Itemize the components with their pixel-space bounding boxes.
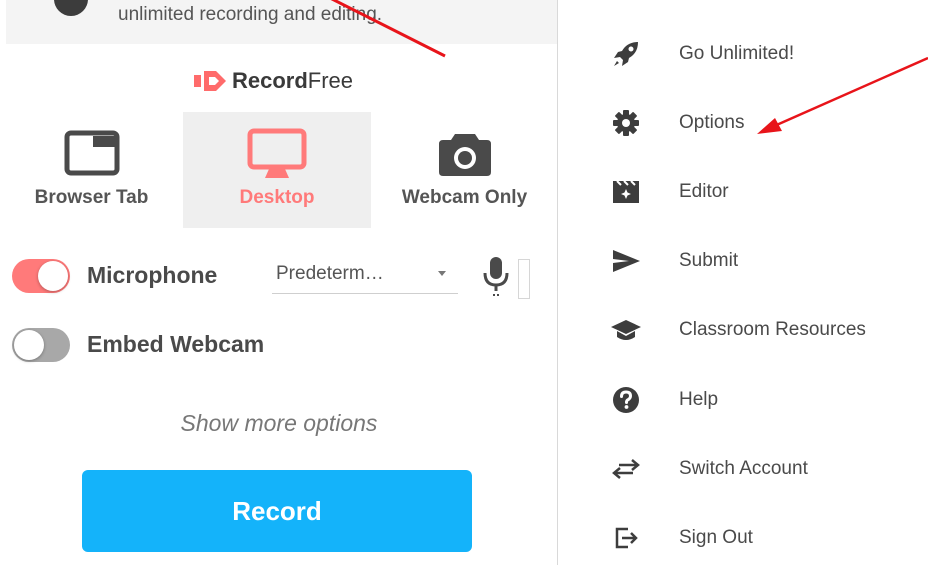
microphone-icon [483,257,509,296]
help-circle-icon [613,387,639,413]
menu-item-go-unlimited[interactable]: Go Unlimited! [558,24,928,84]
record-logo-icon [194,71,226,91]
microphone-device-value: Predeterm… [276,263,384,284]
sign-out-icon [615,527,638,549]
film-editor-icon [613,180,639,203]
menu-item-switch-account[interactable]: Switch Account [558,439,928,499]
show-more-options-link[interactable]: Show more options [0,410,558,437]
recordfree-logo: Record Free [194,66,353,96]
menu-item-classroom-resources[interactable]: Classroom Resources [558,300,928,360]
mode-webcam-only[interactable]: Webcam Only [371,112,558,228]
menu-item-editor[interactable]: Editor [558,162,928,222]
menu-item-label: Go Unlimited! [679,43,795,64]
menu-item-label: Options [679,112,745,133]
mode-browser-tab[interactable]: Browser Tab [0,112,183,228]
mode-label: Desktop [239,187,315,208]
mode-label: Webcam Only [401,187,528,208]
menu-item-label: Editor [679,181,729,202]
gear-icon [613,110,639,136]
menu-item-label: Submit [679,250,739,271]
menu-item-sign-out[interactable]: Sign Out [558,508,928,568]
menu-item-submit[interactable]: Submit [558,231,928,291]
rocket-icon [614,42,638,66]
send-icon [613,250,640,272]
mode-label: Browser Tab [34,187,149,208]
microphone-label: Microphone [87,262,218,288]
chevron-down-icon [438,271,446,276]
switch-arrows-icon [612,459,640,479]
camera-icon [438,134,491,176]
microphone-row: Microphone Predeterm… [12,255,552,299]
menu-item-label: Help [679,389,719,410]
microphone-device-select[interactable]: Predeterm… [272,257,458,294]
logo-bold-text: Record [232,68,308,93]
recorder-panel: unlimited recording and editing. Record F… [0,0,558,565]
banner-icon [54,0,88,16]
webcam-row: Embed Webcam [12,324,552,364]
desktop-monitor-icon [247,128,307,178]
account-menu: Go Unlimited! Options Editor Submit Clas… [558,0,928,565]
record-button[interactable]: Record [82,470,472,552]
menu-item-options[interactable]: Options [558,93,928,153]
upgrade-banner: unlimited recording and editing. [6,0,558,44]
embed-webcam-label: Embed Webcam [87,331,265,357]
browser-tab-icon [64,130,119,176]
mode-desktop[interactable]: Desktop [183,112,371,228]
logo-light-text: Free [307,68,354,93]
audio-level-meter [518,259,530,299]
menu-item-label: Classroom Resources [679,319,866,340]
embed-webcam-toggle[interactable] [12,328,70,362]
toggle-knob [38,261,68,291]
menu-item-label: Switch Account [679,458,808,479]
microphone-toggle[interactable] [12,259,70,293]
toggle-knob [14,330,44,360]
capture-mode-selector: Browser Tab Desktop Webcam Only [0,112,558,228]
graduation-cap-icon [611,320,641,340]
menu-item-label: Sign Out [679,527,753,548]
menu-item-help[interactable]: Help [558,370,928,430]
banner-text: unlimited recording and editing. [118,4,383,25]
